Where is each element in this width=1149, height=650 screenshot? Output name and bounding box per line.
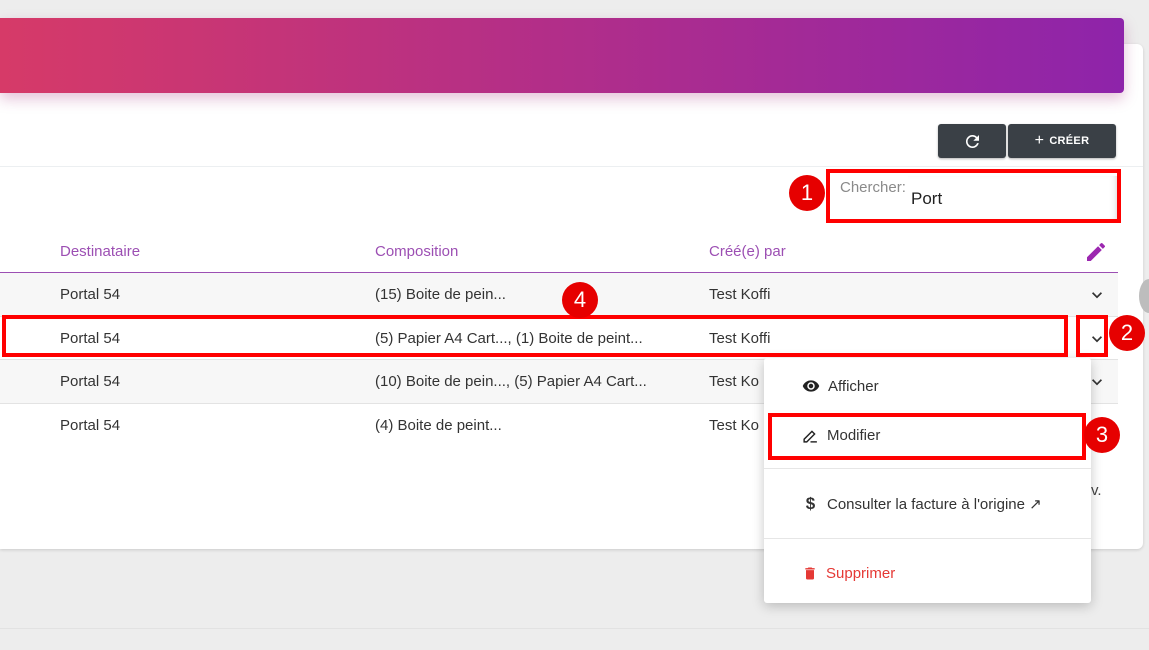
pagination-text-fragment: v. bbox=[1091, 482, 1102, 499]
cell-destinataire: Portal 54 bbox=[60, 416, 121, 434]
column-header-cree-par[interactable]: Créé(e) par bbox=[709, 243, 786, 260]
cell-composition: (4) Boite de peint... bbox=[375, 416, 502, 434]
toolbar-divider bbox=[0, 166, 1143, 167]
menu-divider bbox=[764, 468, 1091, 469]
annotation-box-row bbox=[2, 315, 1068, 357]
pencil-icon[interactable] bbox=[1084, 240, 1108, 269]
menu-item-label: Consulter la facture à l'origine ↗ bbox=[827, 496, 1042, 513]
cell-composition: (15) Boite de pein... bbox=[375, 286, 506, 303]
annotation-box-modifier bbox=[768, 413, 1086, 460]
column-header-destinataire[interactable]: Destinataire bbox=[60, 243, 140, 260]
cell-cree-par: Test Ko bbox=[709, 373, 760, 390]
refresh-icon bbox=[965, 134, 979, 148]
create-button-label: CRÉER bbox=[1049, 135, 1090, 147]
annotation-badge-1: 1 bbox=[789, 175, 825, 211]
cell-cree-par: Test Ko bbox=[709, 416, 760, 434]
cell-destinataire: Portal 54 bbox=[60, 286, 121, 303]
menu-divider bbox=[764, 538, 1091, 539]
chevron-down-icon[interactable] bbox=[1087, 285, 1107, 309]
table-header: Destinataire Composition Créé(e) par bbox=[0, 230, 1118, 273]
footer-divider bbox=[0, 628, 1149, 629]
menu-item-label: Afficher bbox=[828, 377, 879, 395]
trash-icon bbox=[805, 567, 815, 579]
create-button[interactable]: + CRÉER bbox=[1008, 124, 1116, 158]
column-header-composition[interactable]: Composition bbox=[375, 243, 458, 260]
menu-item-consulter-facture[interactable]: $ Consulter la facture à l'origine ↗ bbox=[764, 484, 1091, 524]
row-actions-menu: Afficher Modifier $ Consulter la facture… bbox=[764, 358, 1091, 603]
header-banner bbox=[0, 18, 1124, 93]
plus-icon: + bbox=[1034, 132, 1045, 149]
refresh-button[interactable] bbox=[938, 124, 1006, 158]
annotation-badge-3: 3 bbox=[1084, 417, 1120, 453]
cell-composition: (10) Boite de pein..., (5) Papier A4 Car… bbox=[375, 373, 647, 390]
cell-cree-par: Test Koffi bbox=[709, 286, 771, 303]
cell-destinataire: Portal 54 bbox=[60, 373, 121, 390]
eye-icon bbox=[802, 380, 820, 392]
menu-item-afficher[interactable]: Afficher bbox=[764, 366, 1091, 406]
table-row[interactable]: Portal 54 (15) Boite de pein... Test Kof… bbox=[0, 273, 1118, 317]
menu-item-label: Supprimer bbox=[826, 564, 896, 582]
dollar-icon: $ bbox=[805, 494, 816, 513]
menu-item-supprimer[interactable]: Supprimer bbox=[764, 553, 1091, 593]
annotation-badge-2: 2 bbox=[1109, 315, 1145, 351]
annotation-badge-4: 4 bbox=[562, 282, 598, 318]
annotation-box-chevron bbox=[1076, 315, 1108, 357]
annotation-box-search bbox=[826, 169, 1121, 223]
